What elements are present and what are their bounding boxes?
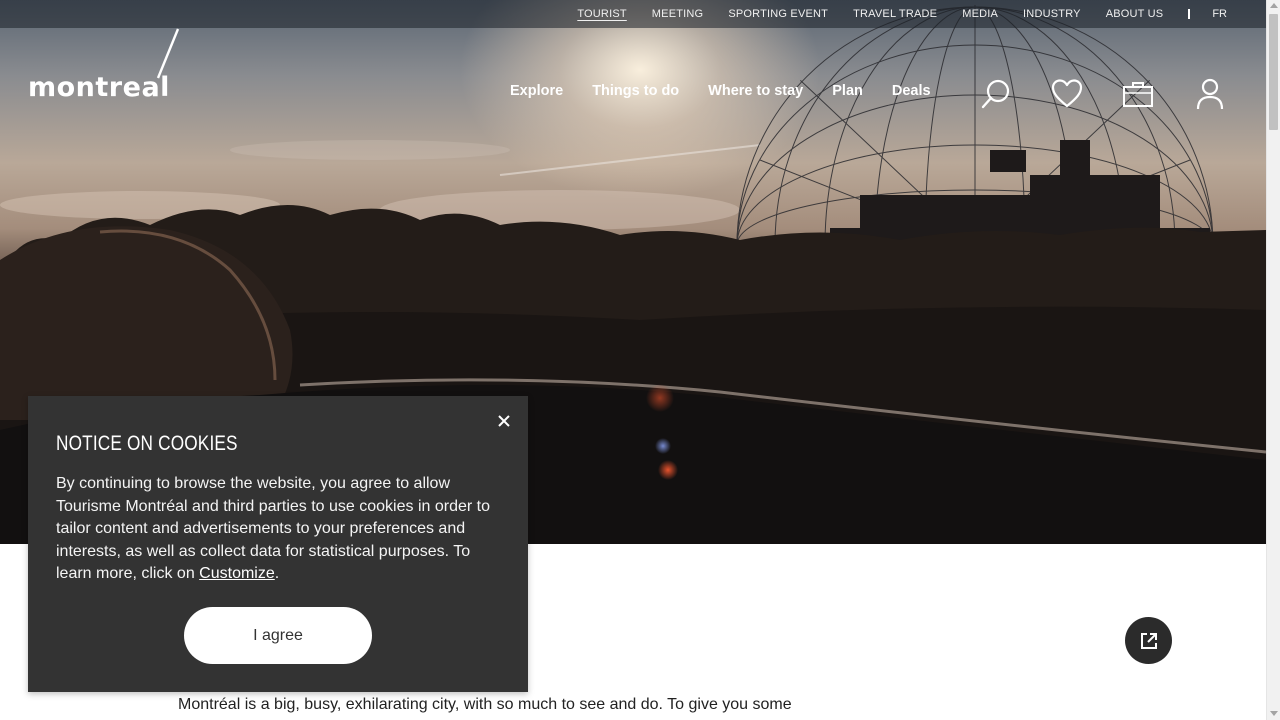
intro-paragraph: Montréal is a big, busy, exhilarating ci… bbox=[178, 696, 792, 713]
search-icon[interactable] bbox=[980, 78, 1012, 110]
utility-link-meeting[interactable]: MEETING bbox=[652, 8, 704, 20]
logo-wordmark: montreal bbox=[28, 72, 170, 103]
utility-link-media[interactable]: MEDIA bbox=[962, 8, 998, 20]
user-icon[interactable] bbox=[1194, 78, 1226, 110]
utility-link-travel-trade[interactable]: TRAVEL TRADE bbox=[853, 8, 937, 20]
page-scrollbar[interactable] bbox=[1266, 0, 1280, 720]
scroll-down-arrow-icon[interactable] bbox=[1270, 711, 1278, 716]
briefcase-icon[interactable] bbox=[1122, 78, 1154, 110]
utility-link-tourist[interactable]: TOURIST bbox=[577, 8, 626, 20]
share-button[interactable] bbox=[1125, 617, 1172, 664]
utility-divider bbox=[1188, 9, 1191, 19]
cookie-notice-period: . bbox=[274, 565, 280, 583]
utility-bar: TOURIST MEETING SPORTING EVENT TRAVEL TR… bbox=[0, 0, 1266, 28]
cookie-notice-dialog: NOTICE ON COOKIES By continuing to brows… bbox=[28, 396, 528, 692]
external-link-icon bbox=[1140, 632, 1157, 649]
agree-button[interactable]: I agree bbox=[184, 607, 372, 664]
nav-item-plan[interactable]: Plan bbox=[832, 83, 863, 99]
utility-link-about-us[interactable]: ABOUT US bbox=[1106, 8, 1164, 20]
main-nav: Explore Things to do Where to stay Plan … bbox=[510, 83, 960, 99]
scrollbar-thumb[interactable] bbox=[1269, 14, 1278, 130]
nav-item-where-to-stay[interactable]: Where to stay bbox=[708, 83, 803, 99]
utility-nav: TOURIST MEETING SPORTING EVENT TRAVEL TR… bbox=[552, 0, 1227, 28]
customize-link[interactable]: Customize bbox=[199, 565, 275, 582]
utility-link-industry[interactable]: INDUSTRY bbox=[1023, 8, 1081, 20]
scroll-up-arrow-icon[interactable] bbox=[1270, 3, 1278, 8]
site-logo[interactable]: montreal bbox=[28, 28, 180, 106]
utility-link-sporting-event[interactable]: SPORTING EVENT bbox=[728, 8, 828, 20]
close-icon[interactable] bbox=[494, 411, 514, 431]
nav-icon-group bbox=[980, 78, 1230, 110]
cookie-notice-title: NOTICE ON COOKIES bbox=[56, 432, 238, 455]
cookie-notice-body: By continuing to browse the website, you… bbox=[56, 473, 506, 586]
nav-item-deals[interactable]: Deals bbox=[892, 83, 931, 99]
language-toggle[interactable]: FR bbox=[1212, 8, 1227, 20]
heart-icon[interactable] bbox=[1051, 78, 1083, 110]
nav-item-explore[interactable]: Explore bbox=[510, 83, 563, 99]
nav-item-things-to-do[interactable]: Things to do bbox=[592, 83, 679, 99]
